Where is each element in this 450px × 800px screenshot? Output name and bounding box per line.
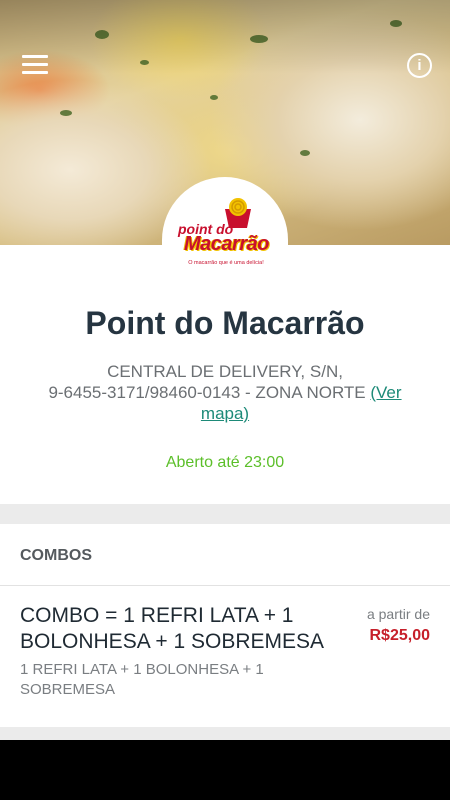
hamburger-menu-icon[interactable] xyxy=(22,55,48,75)
restaurant-name: Point do Macarrão xyxy=(85,305,365,341)
category-title: COMBOS xyxy=(20,547,92,564)
list-bottom-divider xyxy=(0,727,450,740)
category-header: COMBOS xyxy=(0,524,450,586)
menu-item-description: 1 REFRI LATA + 1 BOLONHESA + 1 SOBREMESA xyxy=(20,661,264,698)
restaurant-address: CENTRAL DE DELIVERY, S/N, 9-6455-3171/98… xyxy=(30,361,420,424)
address-line-2: 9-6455-3171/98460-0143 - ZONA NORTE xyxy=(48,383,366,402)
section-divider xyxy=(0,504,450,524)
logo-text-macarrao: Macarrão xyxy=(184,233,269,255)
menu-item-name: COMBO = 1 REFRI LATA + 1 BOLONHESA + 1 S… xyxy=(20,604,325,653)
menu-item-price: R$25,00 xyxy=(369,627,431,644)
address-line-1: CENTRAL DE DELIVERY, S/N, xyxy=(107,362,343,381)
info-icon[interactable]: i xyxy=(407,53,432,78)
menu-item[interactable]: COMBO = 1 REFRI LATA + 1 BOLONHESA + 1 S… xyxy=(0,587,450,727)
opening-status: Aberto até 23:00 xyxy=(165,454,285,471)
price-prefix: a partir de xyxy=(366,606,430,622)
system-navigation-bar xyxy=(0,740,450,800)
logo-slogan: O macarrão que é uma delícia! xyxy=(188,260,264,266)
